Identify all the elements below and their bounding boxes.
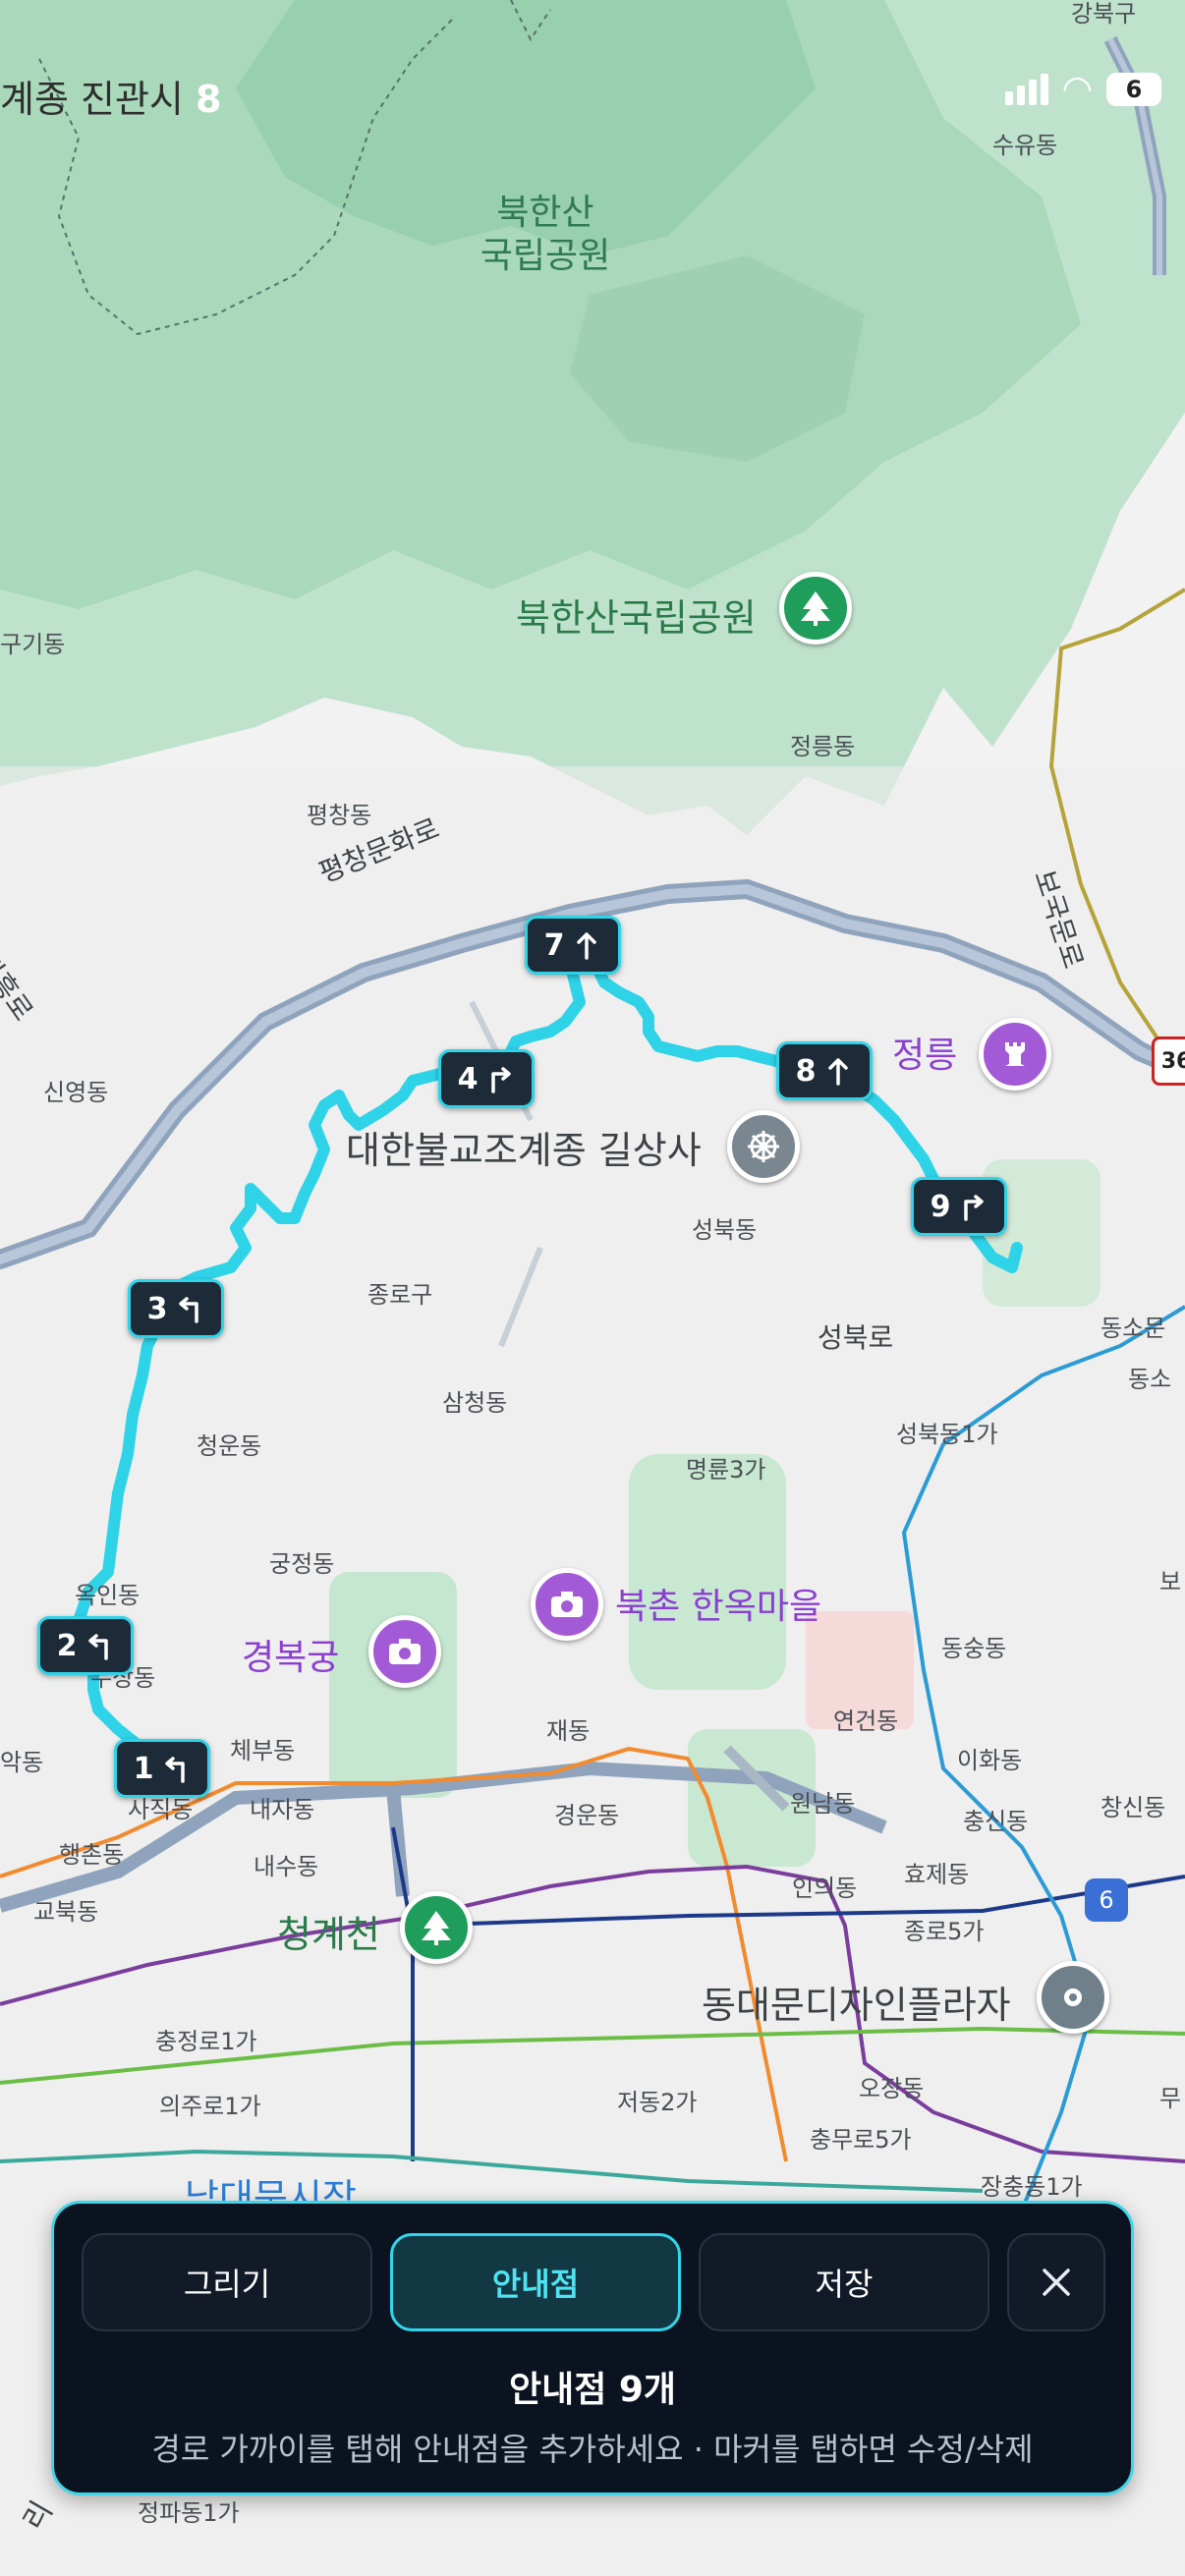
- status-icons: ◠ 6: [1004, 69, 1161, 109]
- district-label: 내수동: [254, 1853, 319, 1880]
- district-label: 정릉동: [790, 733, 856, 760]
- district-label: 체부동: [230, 1737, 296, 1764]
- tab-waypoints[interactable]: 안내점: [390, 2233, 681, 2331]
- district-label: 청운동: [197, 1432, 262, 1460]
- waypoint-marker-1[interactable]: 1: [114, 1739, 210, 1798]
- district-label: 장충동1가: [981, 2173, 1083, 2201]
- district-label: 수유동: [992, 132, 1058, 159]
- poi-label-gilsangsa[interactable]: 대한불교조계종 길상사: [346, 1120, 702, 1174]
- district-label: 경운동: [554, 1802, 620, 1829]
- poi-label-gyeongbokgung[interactable]: 경복궁: [242, 1629, 339, 1680]
- waypoint-edit-panel: 그리기 안내점 저장 안내점 9개 경로 가까이를 탭해 안내점을 추가하세요 …: [51, 2201, 1134, 2495]
- poi-label-ddp[interactable]: 동대문디자인플라자: [702, 1975, 1011, 2029]
- waypoint-marker-9[interactable]: 9: [911, 1177, 1007, 1236]
- turn-left-icon: [165, 1757, 186, 1783]
- waypoint-marker-2[interactable]: 2: [37, 1616, 134, 1675]
- tree-icon[interactable]: [400, 1891, 473, 1964]
- district-label: 행촌동: [59, 1841, 125, 1869]
- poi-label-bukchon[interactable]: 북촌 한옥마을: [615, 1578, 821, 1629]
- camera-icon[interactable]: [368, 1615, 441, 1688]
- waypoint-marker-3[interactable]: 3: [128, 1279, 224, 1338]
- district-label: 종로구: [367, 1281, 433, 1309]
- district-label: 내자동: [250, 1796, 315, 1823]
- district-label: 동소문: [1100, 1315, 1166, 1342]
- straight-icon: [577, 932, 597, 960]
- turn-left-icon: [179, 1297, 199, 1323]
- district-label: 충신동: [963, 1808, 1029, 1835]
- road-label: 성북로: [818, 1321, 894, 1354]
- tab-draw[interactable]: 그리기: [82, 2233, 372, 2331]
- tab-save[interactable]: 저장: [699, 2233, 989, 2331]
- status-bar: 계종 진관시 8 ◠ 6: [0, 69, 1185, 128]
- district-label: 원남동: [790, 1790, 856, 1818]
- camera-icon[interactable]: [531, 1568, 603, 1641]
- park-label: 북한산 국립공원: [480, 193, 611, 276]
- battery-icon: 6: [1106, 72, 1161, 106]
- district-label: 성북동1가: [896, 1421, 998, 1448]
- district-label: 구기동: [0, 631, 66, 658]
- district-label: 충정로1가: [155, 2028, 257, 2055]
- subway-line-6-badge: 6: [1085, 1878, 1128, 1922]
- district-label: 교북동: [33, 1898, 99, 1926]
- district-label: 평창동: [307, 802, 372, 829]
- district-label: 신영동: [43, 1079, 109, 1106]
- district-label: 삼청동: [442, 1389, 508, 1417]
- district-label: 충무로5가: [810, 2126, 912, 2154]
- poi-label-jeongneung[interactable]: 정릉: [892, 1027, 957, 1078]
- district-label: 창신동: [1100, 1794, 1166, 1821]
- turn-right-icon: [491, 1067, 512, 1093]
- castle-icon[interactable]: [979, 1018, 1051, 1091]
- straight-icon: [828, 1058, 849, 1086]
- district-label: 재동: [546, 1717, 591, 1745]
- district-label: 성북동: [692, 1216, 758, 1244]
- district-label: 이화동: [957, 1747, 1023, 1774]
- turn-right-icon: [964, 1195, 985, 1221]
- close-icon: [1043, 2268, 1070, 2296]
- district-label: 강북구: [1071, 0, 1137, 28]
- district-label: 효제동: [904, 1861, 970, 1888]
- route-shield-36: 36: [1152, 1036, 1185, 1086]
- status-location-text: 계종 진관시 8: [0, 78, 222, 121]
- temple-icon[interactable]: [727, 1110, 800, 1183]
- turn-left-icon: [88, 1634, 109, 1660]
- waypoint-hint-text: 경로 가까이를 탭해 안내점을 추가하세요 · 마커를 탭하면 수정/삭제: [151, 2431, 1034, 2468]
- district-label: 연건동: [833, 1708, 899, 1735]
- waypoint-count-title: 안내점 9개: [508, 2370, 677, 2410]
- location-dot-icon[interactable]: [1037, 1961, 1109, 2034]
- district-label: 의주로1가: [159, 2093, 261, 2120]
- poi-label-bukhansan[interactable]: 북한산국립공원: [516, 588, 757, 642]
- tree-icon[interactable]: [779, 572, 852, 644]
- district-label: 악동: [0, 1749, 44, 1776]
- district-label: 옥인동: [75, 1582, 141, 1609]
- waypoint-marker-7[interactable]: 7: [525, 916, 621, 975]
- district-label: 무: [1159, 2085, 1182, 2112]
- district-label: 오장동: [859, 2075, 925, 2102]
- district-label: 동소: [1128, 1366, 1172, 1393]
- district-label: 궁정동: [269, 1550, 335, 1578]
- poi-label-cheonggyecheon[interactable]: 청계천: [277, 1904, 380, 1958]
- waypoint-marker-4[interactable]: 4: [438, 1049, 535, 1108]
- district-label: 종로5가: [904, 1918, 985, 1945]
- wifi-icon: ◠: [1061, 69, 1093, 109]
- district-label: 인의동: [792, 1875, 858, 1902]
- district-label: 저동2가: [617, 2089, 698, 2116]
- district-label: 명륜3가: [686, 1456, 766, 1484]
- close-button[interactable]: [1007, 2233, 1105, 2331]
- district-label: 보: [1159, 1568, 1182, 1596]
- district-label: 동숭동: [941, 1635, 1007, 1662]
- district-label: 정파동1가: [138, 2499, 240, 2527]
- waypoint-marker-8[interactable]: 8: [776, 1041, 873, 1100]
- signal-icon: [1004, 73, 1048, 105]
